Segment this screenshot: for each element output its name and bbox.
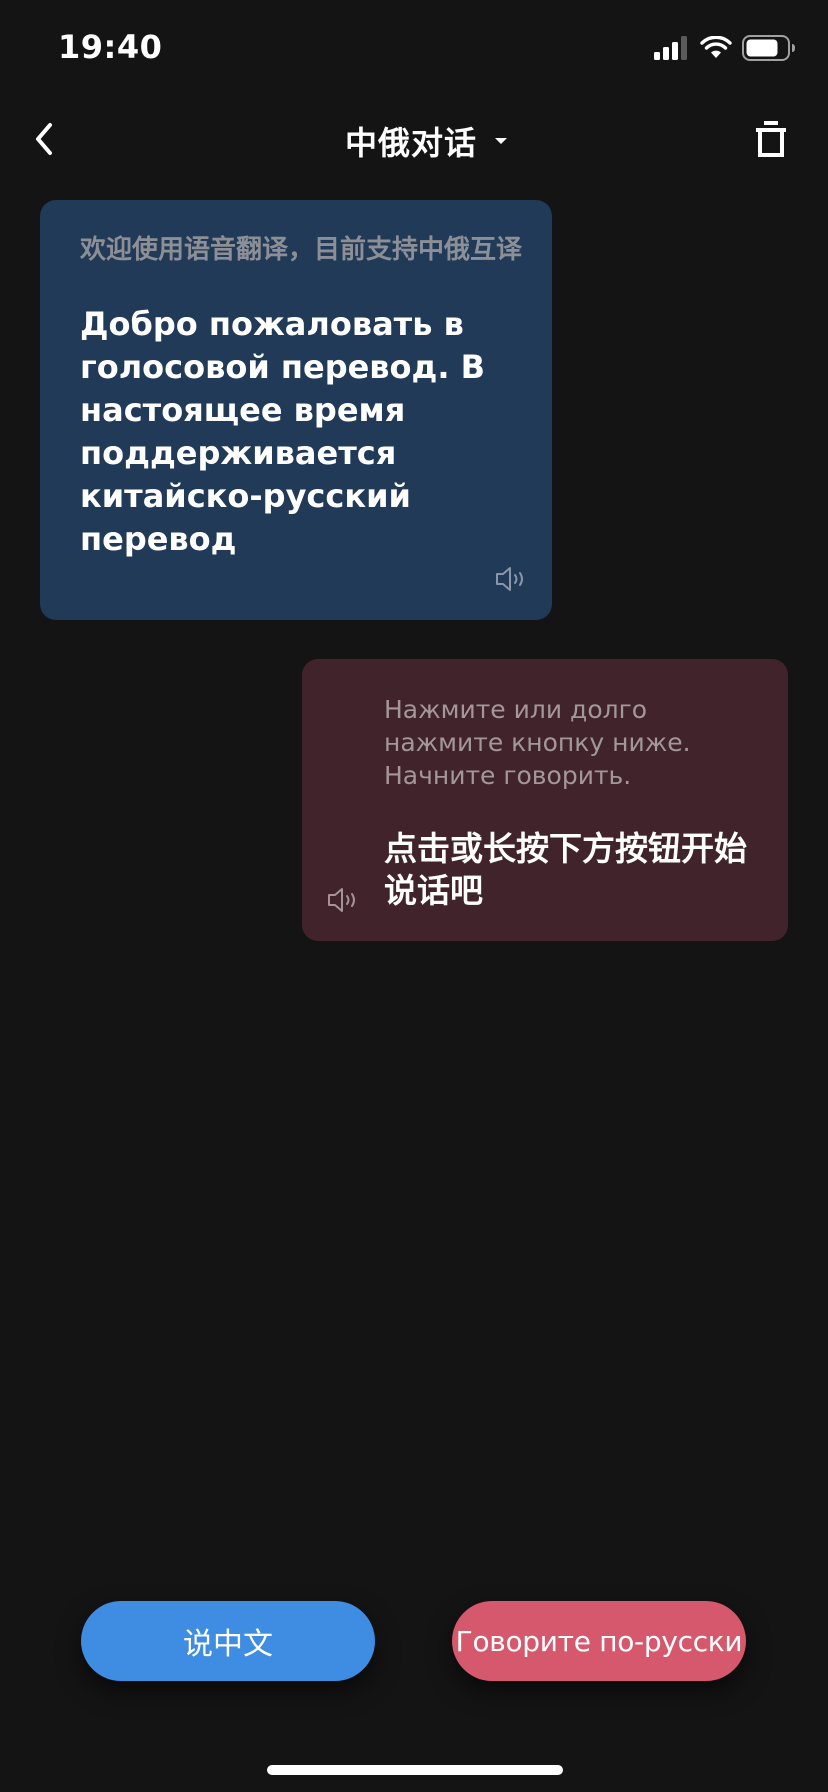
page-title: 中俄对话: [344, 124, 477, 162]
speak-russian-button[interactable]: Говорите по-русски: [452, 1601, 746, 1681]
speak-chinese-button[interactable]: 说中文: [81, 1601, 375, 1681]
status-bar: 19:40: [0, 0, 828, 100]
title-wrap: 中俄对话: [0, 116, 828, 166]
wifi-icon: [700, 35, 732, 64]
language-pair-selector[interactable]: 中俄对话: [313, 118, 515, 164]
home-indicator: [267, 1765, 563, 1775]
navigation-bar: 中俄对话: [0, 100, 828, 200]
source-text: 欢迎使用语音翻译，目前支持中俄互译: [80, 235, 523, 265]
message-bubble-chinese: 欢迎使用语音翻译，目前支持中俄互译 Добро пожаловать в гол…: [40, 200, 552, 620]
battery-icon: [742, 35, 796, 65]
speaker-icon[interactable]: [494, 564, 530, 594]
status-time: 19:40: [58, 28, 163, 66]
speaker-icon[interactable]: [326, 885, 362, 915]
trash-icon: [754, 119, 788, 163]
translated-text: Добро пожаловать в голосовой перевод. В …: [80, 305, 486, 558]
cellular-signal-icon: [654, 36, 690, 64]
status-icons: [654, 35, 796, 65]
clear-conversation-button[interactable]: [750, 118, 792, 164]
caret-down-icon: [487, 126, 515, 156]
message-bubble-russian: Нажмите или долго нажмите кнопку ниже. Н…: [302, 659, 788, 941]
translated-text: 点击或长按下方按钮开始说话吧: [384, 829, 747, 910]
source-text: Нажмите или долго нажмите кнопку ниже. Н…: [384, 695, 691, 790]
